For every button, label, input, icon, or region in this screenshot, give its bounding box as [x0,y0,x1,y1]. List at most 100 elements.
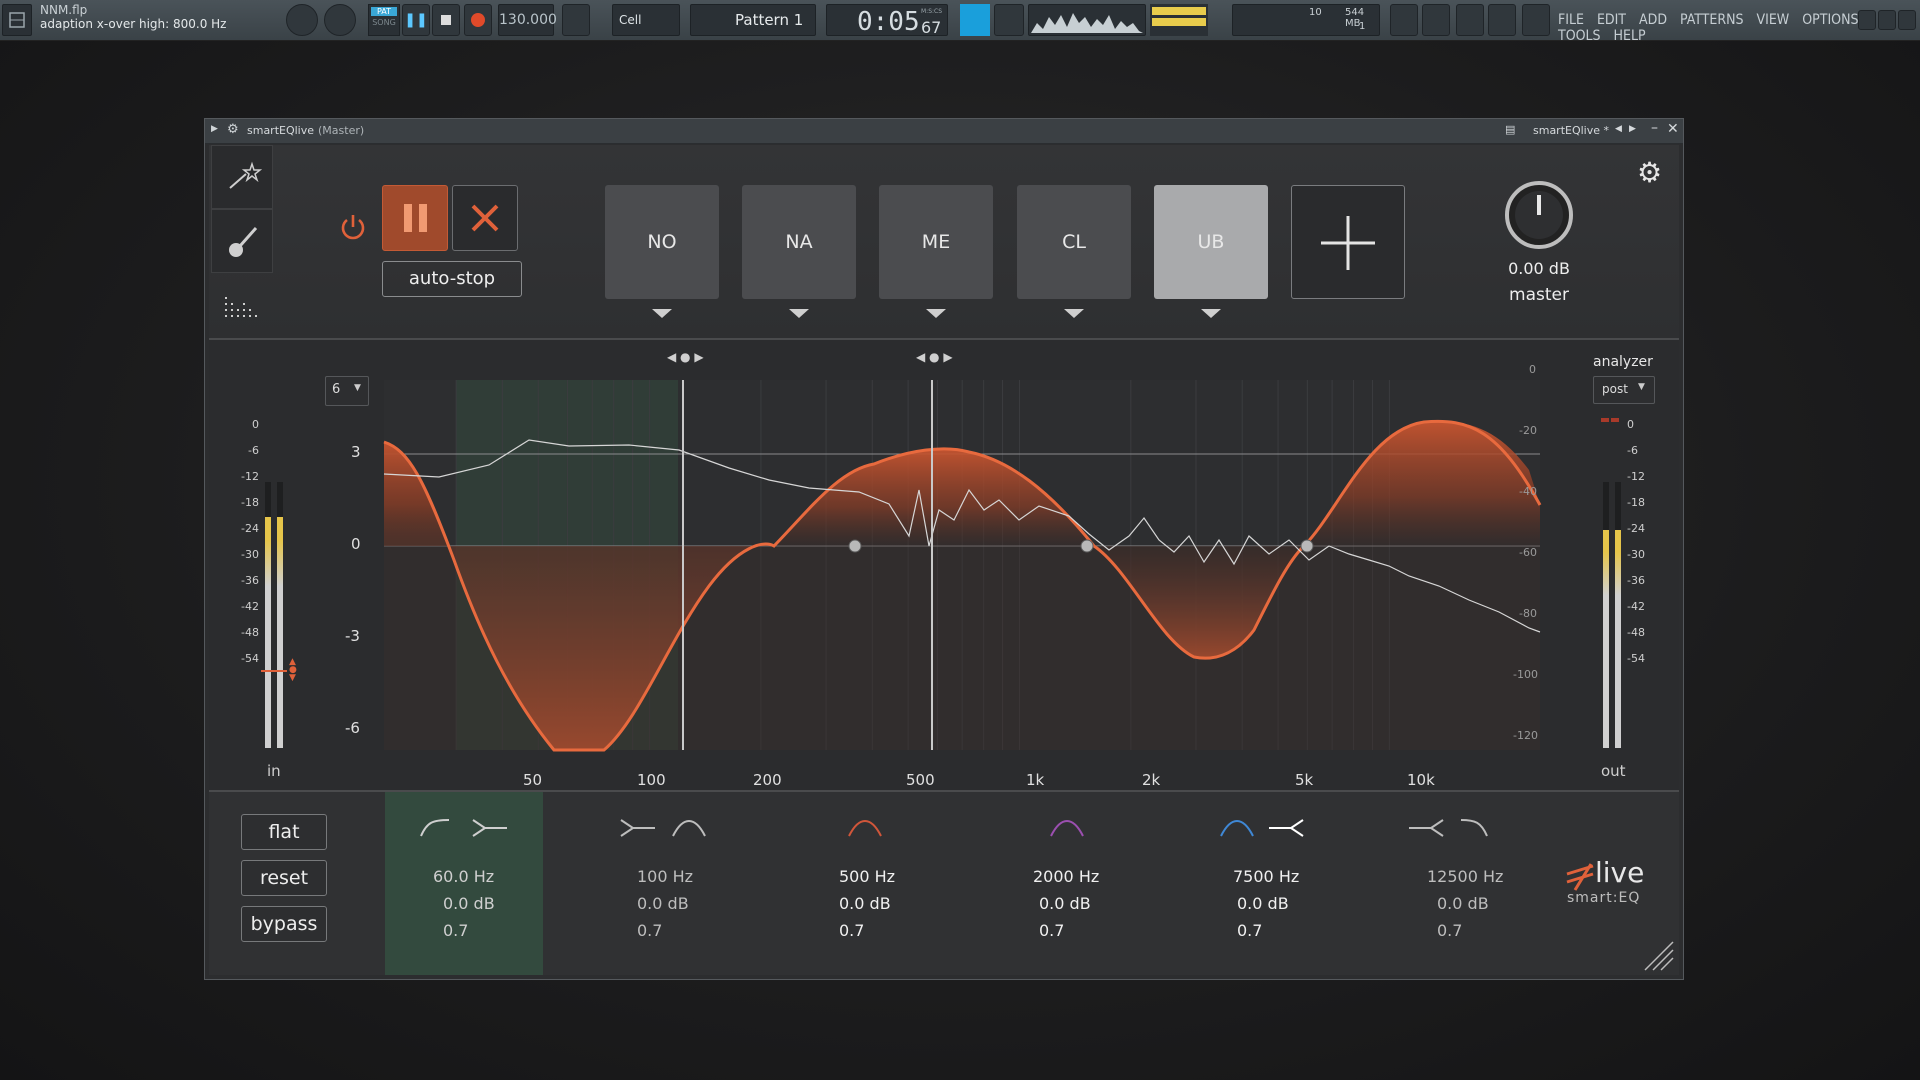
play-button[interactable]: ❚❚ [402,4,430,36]
expand-arrow-icon[interactable]: ▶ [211,124,218,134]
side-tab-instrument[interactable] [211,209,273,273]
bell-blue-icon[interactable] [1220,820,1254,837]
low-pass-icon[interactable] [1460,819,1488,837]
bypass-button[interactable]: bypass [241,906,327,942]
analyzer-mode-select[interactable]: post ▼ [1593,376,1655,404]
profile-cl-dropdown-icon[interactable] [1064,309,1084,318]
power-icon[interactable] [1522,4,1550,36]
low-shelf-icon[interactable] [620,819,655,837]
high-shelf-icon[interactable] [1269,819,1304,837]
crossover-high-handle-icon[interactable]: ◀ ● ▶ [916,350,953,364]
power-button[interactable] [337,211,369,243]
settings-button[interactable]: ⚙ [1637,159,1665,187]
add-profile-button[interactable] [1291,185,1405,299]
maximize-icon[interactable] [1878,10,1896,30]
preset-list-icon[interactable]: ▤ [1505,123,1515,136]
record-button[interactable] [464,4,492,36]
band-handle-7500[interactable] [1300,539,1314,553]
window-close-icon[interactable]: ✕ [1667,121,1679,137]
eq-graph[interactable] [209,340,1679,790]
band-5-freq[interactable]: 7500 [1233,867,1274,886]
band-1-freq[interactable]: 60.0 [433,867,469,886]
menu-options[interactable]: OPTIONS [1802,12,1858,28]
prev-preset-icon[interactable]: ◀ [1615,124,1622,134]
profile-na[interactable]: NA [742,185,856,299]
recording-filter-icon[interactable] [994,4,1024,36]
browser-icon[interactable] [2,4,32,36]
profile-ub[interactable]: UB [1154,185,1268,299]
profile-me-dropdown-icon[interactable] [926,309,946,318]
pattern-select[interactable]: Pattern 1 [690,4,816,36]
snap-select[interactable]: Cell [612,4,680,36]
main-volume-knob[interactable] [286,4,318,36]
resize-handle-icon[interactable] [1641,938,1675,972]
profile-cl[interactable]: CL [1017,185,1131,299]
band-handle-2000[interactable] [1080,539,1094,553]
band-2-q[interactable]: 0.7 [637,921,662,940]
pause-learning-button[interactable] [382,185,448,251]
window-titlebar[interactable]: ▶ ⚙ smartEQlive (Master) ▤ smartEQlive *… [205,119,1683,144]
flat-button[interactable]: flat [241,814,327,850]
band-4-q[interactable]: 0.7 [1039,921,1064,940]
high-pass-icon[interactable] [420,819,450,837]
band-4-gain[interactable]: 0.0 [1039,894,1064,913]
band-6-freq[interactable]: 12500 [1427,867,1478,886]
menu-file[interactable]: FILE [1558,12,1584,28]
band-3-freq[interactable]: 500 [839,867,870,886]
band-1-q[interactable]: 0.7 [443,921,468,940]
profile-no-dropdown-icon[interactable] [652,309,672,318]
menu-edit[interactable]: EDIT [1597,12,1626,28]
band-6-q[interactable]: 0.7 [1437,921,1462,940]
profile-ub-dropdown-icon[interactable] [1201,309,1221,318]
bell-icon[interactable] [672,820,706,837]
cpu-memory-panel: 10 544 MB 1 [1232,4,1380,36]
side-tab-profiles[interactable] [211,145,273,209]
menu-patterns[interactable]: PATTERNS [1680,12,1744,28]
menu-help[interactable]: HELP [1614,28,1646,44]
eq-graph-area: 0 -6 -12 -18 -24 -30 -36 -42 -48 -54 ▲ ● ▼ in 6 ▼ 3… [209,340,1679,792]
low-shelf-icon[interactable] [472,819,507,837]
profile-na-dropdown-icon[interactable] [789,309,809,318]
stop-button[interactable] [432,4,460,36]
auto-stop-button[interactable]: auto-stop [382,261,522,297]
band-3-gain[interactable]: 0.0 [839,894,864,913]
band-5-gain[interactable]: 0.0 [1237,894,1262,913]
band-2-freq[interactable]: 100 [637,867,668,886]
window-minimize-icon[interactable]: – [1651,120,1658,136]
band-1-gain[interactable]: 0.0 [443,894,468,913]
bell-purple-icon[interactable] [1050,820,1084,837]
band-3-q[interactable]: 0.7 [839,921,864,940]
piano-roll-icon[interactable] [1422,4,1450,36]
minimize-icon[interactable] [1858,10,1876,30]
cancel-learning-button[interactable] [452,185,518,251]
freq-label-500: 500 [906,771,935,789]
next-preset-icon[interactable]: ▶ [1629,124,1636,134]
band-5-q[interactable]: 0.7 [1237,921,1262,940]
pat-song-toggle[interactable]: PAT SONG [368,4,400,36]
crossover-low-handle-icon[interactable]: ◀ ● ▶ [667,350,704,364]
close-icon[interactable] [1898,10,1916,30]
mixer-icon[interactable] [1456,4,1484,36]
band-handle-500[interactable] [848,539,862,553]
gear-small-icon[interactable]: ⚙ [227,122,239,137]
reset-button[interactable]: reset [241,860,327,896]
band-6-gain[interactable]: 0.0 [1437,894,1462,913]
profile-me[interactable]: ME [879,185,993,299]
playlist-icon[interactable] [1390,4,1418,36]
band-4-freq[interactable]: 2000 [1033,867,1074,886]
preset-name[interactable]: smartEQlive * [1533,124,1609,137]
master-gain-knob[interactable] [1503,179,1575,251]
band-2-gain[interactable]: 0.0 [637,894,662,913]
menu-view[interactable]: VIEW [1757,12,1790,28]
grid-dots-icon[interactable] [223,295,259,319]
typing-keyboard-icon[interactable] [960,4,990,36]
channel-rack-icon[interactable] [1488,4,1516,36]
tempo-display[interactable]: 130.000 [498,4,557,36]
menu-tools[interactable]: TOOLS [1558,28,1601,44]
main-pitch-knob[interactable] [324,4,356,36]
metronome-icon[interactable] [562,4,590,36]
profile-no[interactable]: NO [605,185,719,299]
high-shelf-icon[interactable] [1409,819,1444,837]
bell-red-icon[interactable] [848,820,882,837]
menu-add[interactable]: ADD [1639,12,1667,28]
